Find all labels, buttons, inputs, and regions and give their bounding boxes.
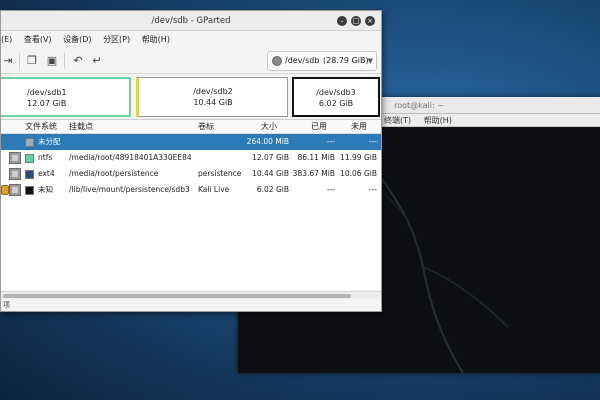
copy-icon[interactable]: ❐ [25,54,39,68]
row-unused: --- [368,137,377,146]
fs-color-swatch [25,154,34,163]
row-used: 86.11 MiB [297,153,335,162]
toolbar-separator [19,53,20,69]
row-size: 264.00 MiB [246,137,289,146]
menu-edit[interactable]: (E) [1,35,12,44]
window-title: /dev/sdb - GParted [151,16,231,26]
status-text: 项 [3,301,10,309]
table-row[interactable]: ntfs /media/root/48918401A330EE84 12.07 … [1,150,381,166]
undo-icon[interactable]: ↶ [71,54,85,68]
row-label: Kali Live [198,185,230,194]
partition-name: /dev/sdb3 [316,88,356,97]
row-filesystem: ext4 [38,169,55,178]
row-filesystem: 未知 [38,185,53,194]
apply-all-icon[interactable]: ↵ [90,54,104,68]
maximize-button[interactable]: □ [351,16,361,26]
close-button[interactable]: × [365,16,375,26]
row-unused: 11.99 GiB [340,153,377,162]
minimize-button[interactable]: – [337,16,347,26]
partition-block-sdb3[interactable]: /dev/sdb3 6.02 GiB [292,77,380,117]
row-used: --- [326,185,335,194]
partition-name: /dev/sdb2 [193,87,233,96]
chevron-down-icon: ▼ [367,57,373,65]
partition-icon [9,168,21,180]
device-size: (28.79 GiB) [323,56,369,65]
row-filesystem: 未分配 [38,137,61,146]
row-label: persistence [198,169,242,178]
lock-icon [1,185,9,195]
apply-icon[interactable]: ⇥ [1,54,15,68]
col-label[interactable]: 卷标 [198,120,214,134]
table-row[interactable]: 未分配 264.00 MiB --- --- [1,134,381,150]
table-row[interactable]: 未知 /lib/live/mount/persistence/sdb3 Kali… [1,182,381,198]
terminal-menu-help[interactable]: 帮助(H) [424,116,452,125]
row-mountpoint: /media/root/persistence [69,169,159,178]
fs-color-swatch [25,186,34,195]
partition-size: 10.44 GiB [193,98,233,107]
scrollbar-thumb[interactable] [3,294,351,298]
disk-icon [272,56,282,66]
paste-icon[interactable]: ▣ [45,54,59,68]
partition-icon [9,152,21,164]
row-unused: 10.06 GiB [340,169,377,178]
horizontal-scrollbar[interactable] [1,291,381,299]
partition-table: 文件系统 挂载点 卷标 大小 已用 未用 未分配 264.00 MiB --- … [1,120,381,290]
partition-size: 6.02 GiB [318,99,354,108]
row-used: --- [326,137,335,146]
row-filesystem: ntfs [38,153,53,162]
partition-map: /dev/sdb1 12.07 GiB /dev/sdb2 10.44 GiB … [1,74,381,120]
toolbar-separator [64,53,65,69]
menu-partition[interactable]: 分区(P) [103,35,130,44]
col-filesystem[interactable]: 文件系统 [25,120,57,134]
device-selector[interactable]: /dev/sdb (28.79 GiB) ▼ [267,51,377,71]
col-used[interactable]: 已用 [311,120,327,134]
fs-color-swatch [25,170,34,179]
row-size: 12.07 GiB [252,153,289,162]
menu-view[interactable]: 查看(V) [24,35,52,44]
row-size: 6.02 GiB [256,185,289,194]
window-titlebar[interactable]: /dev/sdb - GParted – □ × [1,11,381,31]
menu-help[interactable]: 帮助(H) [142,35,170,44]
gparted-window[interactable]: /dev/sdb - GParted – □ × (E) 查看(V) 设备(D)… [0,10,382,312]
row-used: 383.67 MiB [292,169,335,178]
row-mountpoint: /lib/live/mount/persistence/sdb3 [69,185,190,194]
partition-icon [9,184,21,196]
menubar: (E) 查看(V) 设备(D) 分区(P) 帮助(H) [1,31,381,48]
partition-block-sdb1[interactable]: /dev/sdb1 12.07 GiB [1,77,131,117]
table-row[interactable]: ext4 /media/root/persistence persistence… [1,166,381,182]
device-name: /dev/sdb [285,56,320,65]
statusbar: 项 [1,299,381,311]
partition-block-sdb2[interactable]: /dev/sdb2 10.44 GiB [136,77,288,117]
col-mountpoint[interactable]: 挂载点 [69,120,93,134]
menu-device[interactable]: 设备(D) [63,35,91,44]
partition-size: 12.07 GiB [27,99,67,108]
row-mountpoint: /media/root/48918401A330EE84 [69,153,192,162]
toolbar: ⇥ ❐ ▣ ↶ ↵ /dev/sdb (28.79 GiB) ▼ [1,48,381,74]
terminal-menu-terminal[interactable]: 终端(T) [384,116,411,125]
col-unused[interactable]: 未用 [351,120,367,134]
partition-name: /dev/sdb1 [27,88,67,97]
col-size[interactable]: 大小 [261,120,277,134]
row-unused: --- [368,185,377,194]
row-size: 10.44 GiB [252,169,289,178]
table-header: 文件系统 挂载点 卷标 大小 已用 未用 [1,120,381,134]
fs-color-swatch [25,138,34,147]
